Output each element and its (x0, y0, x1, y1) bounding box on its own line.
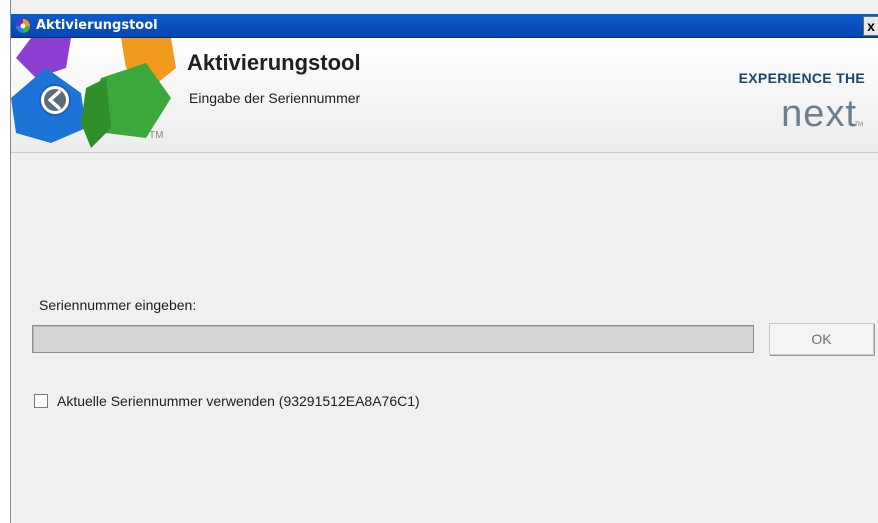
serial-input[interactable] (32, 325, 754, 353)
use-current-serial-label[interactable]: Aktuelle Seriennummer verwenden (9329151… (57, 393, 420, 409)
ok-button[interactable]: OK (769, 323, 874, 355)
header-banner: TM Aktivierungstool Eingabe der Seriennu… (11, 38, 878, 153)
close-icon: x (867, 18, 875, 34)
brand-word: next (781, 93, 857, 132)
window-title: Aktivierungstool (36, 18, 158, 33)
brand-tagline: EXPERIENCE THE (738, 70, 865, 86)
brand-tm: TM (854, 122, 863, 128)
brand-logo: EXPERIENCE THE next TM (715, 70, 865, 132)
header-title: Aktivierungstool (187, 50, 361, 75)
use-current-serial-checkbox[interactable] (34, 394, 48, 408)
logo-trademark: TM (149, 130, 164, 141)
title-bar[interactable]: Aktivierungstool x (11, 14, 878, 38)
activation-window: Aktivierungstool x TM Aktivierungstool E… (10, 0, 878, 523)
header-subtitle: Eingabe der Seriennummer (189, 90, 361, 106)
close-button[interactable]: x (863, 16, 878, 36)
app-icon (16, 19, 30, 33)
serial-label: Seriennummer eingeben: (39, 297, 197, 313)
brand-wordmark: next TM (781, 93, 863, 132)
